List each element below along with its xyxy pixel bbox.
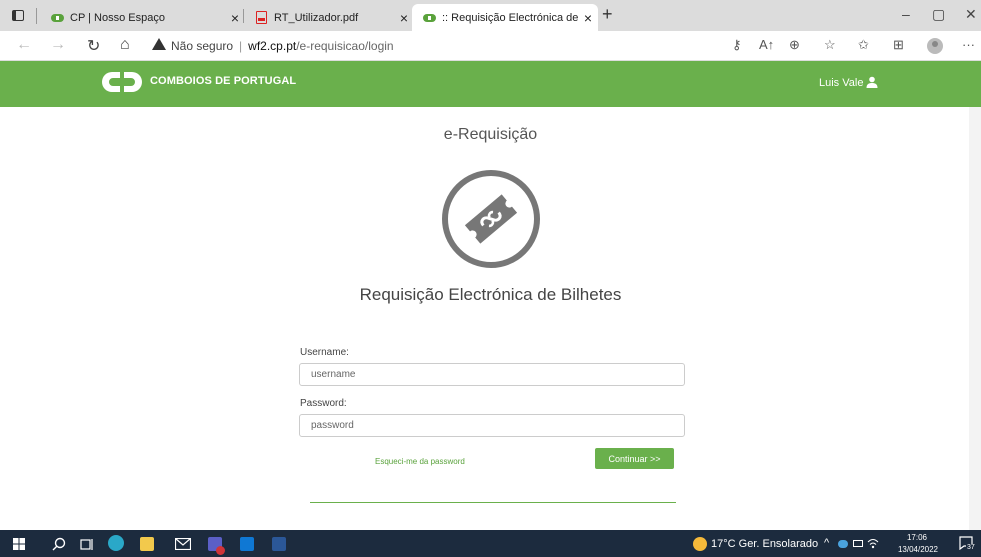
weather-text[interactable]: 17°C Ger. Ensolarado bbox=[711, 538, 818, 550]
divider bbox=[36, 8, 37, 24]
tab-label: RT_Utilizador.pdf bbox=[274, 11, 359, 24]
cp-logo-icon bbox=[50, 13, 64, 23]
tab-cp-nosso-espaco[interactable]: CP | Nosso Espaço × bbox=[40, 4, 245, 31]
close-icon[interactable]: × bbox=[394, 10, 414, 26]
scrollbar[interactable] bbox=[969, 107, 981, 530]
browser-tab-strip: CP | Nosso Espaço × RT_Utilizador.pdf × … bbox=[0, 0, 981, 31]
tab-requisicao[interactable]: :: Requisição Electrónica de Trans × bbox=[412, 4, 598, 31]
maximize-button[interactable]: ▢ bbox=[932, 6, 945, 23]
cp-logo-icon bbox=[422, 13, 436, 23]
url-field[interactable]: Não seguro | wf2.cp.pt/e-requisicao/login bbox=[171, 39, 394, 53]
clock-time[interactable]: 17:06 bbox=[897, 533, 937, 542]
user-name[interactable]: Luis Vale bbox=[819, 77, 863, 89]
page-subtitle: Requisição Electrónica de Bilhetes bbox=[359, 285, 622, 304]
ticket-icon bbox=[442, 170, 540, 268]
cp-logo-icon[interactable] bbox=[100, 70, 144, 94]
home-button[interactable]: ⌂ bbox=[120, 36, 130, 54]
security-label: Não seguro bbox=[171, 39, 234, 53]
password-label: Password: bbox=[300, 398, 347, 409]
url-separator: | bbox=[239, 39, 243, 53]
mail-icon[interactable] bbox=[175, 538, 191, 550]
new-tab-button[interactable]: + bbox=[602, 4, 613, 25]
key-icon[interactable]: ⚷ bbox=[732, 37, 742, 53]
pdf-icon bbox=[254, 11, 268, 24]
username-input[interactable] bbox=[299, 363, 685, 386]
windows-start-icon[interactable] bbox=[13, 538, 25, 550]
brand-name[interactable]: COMBOIOS DE PORTUGAL bbox=[150, 75, 296, 87]
user-icon[interactable] bbox=[866, 76, 878, 88]
profile-avatar[interactable] bbox=[927, 38, 943, 54]
tab-rt-utilizador[interactable]: RT_Utilizador.pdf × bbox=[244, 4, 414, 31]
url-path: /e-requisicao/login bbox=[296, 39, 394, 53]
tab-label: CP | Nosso Espaço bbox=[70, 11, 165, 24]
wifi-icon[interactable] bbox=[867, 538, 879, 549]
tab-actions-icon[interactable] bbox=[12, 10, 24, 21]
url-host: wf2.cp.pt bbox=[248, 39, 297, 53]
onedrive-icon[interactable] bbox=[838, 540, 848, 548]
forward-button[interactable]: → bbox=[50, 36, 66, 54]
refresh-button[interactable]: ↻ bbox=[87, 36, 100, 56]
task-view-icon[interactable] bbox=[80, 537, 94, 551]
favorite-icon[interactable]: ☆ bbox=[824, 37, 836, 53]
zoom-icon[interactable]: ⊕ bbox=[789, 37, 800, 53]
address-bar: ← → ↻ ⌂ Não seguro | wf2.cp.pt/e-requisica… bbox=[0, 31, 981, 61]
more-icon[interactable]: ··· bbox=[962, 37, 975, 52]
divider bbox=[310, 502, 676, 503]
read-aloud-button[interactable]: A↑ bbox=[759, 37, 774, 52]
weather-icon[interactable] bbox=[693, 537, 707, 551]
back-button[interactable]: ← bbox=[16, 36, 32, 54]
search-icon[interactable] bbox=[52, 537, 66, 551]
tab-label: :: Requisição Electrónica de Trans bbox=[442, 11, 578, 24]
battery-icon[interactable] bbox=[853, 540, 863, 547]
close-icon[interactable]: × bbox=[225, 10, 245, 26]
close-icon[interactable]: × bbox=[578, 10, 598, 26]
forgot-password-link[interactable]: Esqueci-me da password bbox=[375, 457, 465, 466]
warning-icon[interactable] bbox=[152, 38, 166, 50]
notification-badge bbox=[216, 546, 225, 555]
password-input[interactable] bbox=[299, 414, 685, 437]
file-explorer-icon[interactable] bbox=[140, 537, 154, 551]
outlook-icon[interactable] bbox=[240, 537, 254, 551]
notification-count: 37 bbox=[966, 544, 976, 551]
username-label: Username: bbox=[300, 347, 349, 358]
edge-icon[interactable] bbox=[108, 535, 124, 551]
clock-date[interactable]: 13/04/2022 bbox=[893, 545, 943, 554]
page-title: e-Requisição bbox=[443, 126, 538, 143]
tray-chevron-icon[interactable]: ^ bbox=[824, 537, 829, 549]
continue-button[interactable]: Continuar >> bbox=[595, 448, 674, 469]
collections-icon[interactable]: ⊞ bbox=[893, 37, 904, 53]
minimize-button[interactable]: – bbox=[902, 6, 910, 22]
favorites-icon[interactable]: ✩ bbox=[858, 37, 869, 53]
word-icon[interactable] bbox=[272, 537, 286, 551]
close-window-button[interactable]: ✕ bbox=[965, 6, 977, 23]
